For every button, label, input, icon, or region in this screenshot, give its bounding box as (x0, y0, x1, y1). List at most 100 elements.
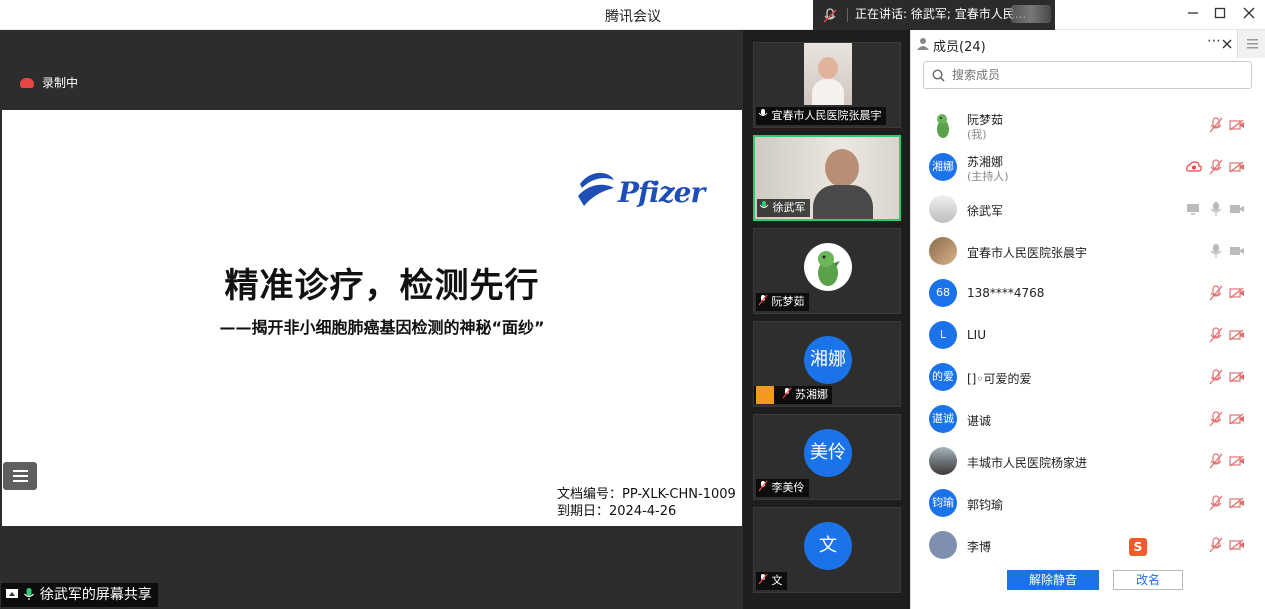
side-toggle-button[interactable] (1237, 30, 1265, 58)
member-name: 郭钧瑜 (967, 498, 1004, 512)
member-row[interactable]: L LIU (911, 314, 1251, 356)
tile-name: 李美伶 (771, 481, 805, 494)
mic-muted-icon[interactable] (1209, 411, 1223, 427)
participant-video (804, 43, 852, 105)
member-row[interactable]: 徐武军 (911, 188, 1251, 230)
member-role: (我) (967, 128, 987, 141)
member-row[interactable]: 钧瑜 郭钧瑜 (911, 482, 1251, 524)
mic-muted-icon[interactable] (1209, 285, 1223, 301)
initials-avatar: 68 (929, 279, 957, 307)
video-tile[interactable]: 阮梦茹 (753, 228, 901, 314)
camera-off-icon[interactable] (1229, 119, 1245, 131)
member-name: 138****4768 (967, 286, 1045, 300)
mic-muted-icon (758, 294, 768, 306)
initials-avatar: 文 (804, 522, 852, 570)
camera-off-icon[interactable] (1229, 497, 1245, 509)
members-panel: 成员(24) ⋯ 阮梦茹 (我) 湘娜 苏湘娜 (主持人) (910, 30, 1265, 609)
minimize-button[interactable] (1184, 6, 1202, 24)
video-tile[interactable]: 文 文 (753, 507, 901, 593)
search-icon (932, 69, 945, 82)
member-row[interactable]: 谌诚 谌诚 (911, 398, 1251, 440)
title-bar: 腾讯会议 正在讲话: 徐武军; 宜春市人民... (0, 0, 1265, 30)
list-icon (13, 470, 28, 472)
mic-speaking-icon (759, 201, 769, 208)
face-shape (825, 149, 859, 187)
mic-muted-icon[interactable] (1209, 117, 1223, 133)
video-tile[interactable]: 美伶 李美伶 (753, 414, 901, 500)
meeting-window: 腾讯会议 正在讲话: 徐武军; 宜春市人民... 录制中 Pfizer 精准诊疗… (0, 0, 1265, 609)
search-input[interactable] (952, 65, 1242, 85)
close-button[interactable] (1240, 6, 1258, 24)
recording-indicator[interactable]: 录制中 (20, 74, 78, 91)
speaking-text: 正在讲话: 徐武军; 宜春市人民... (855, 7, 1027, 21)
camera-off-icon[interactable] (1229, 413, 1245, 425)
video-tile[interactable]: 宜春市人民医院张晨宇 (753, 42, 901, 128)
tile-caption: 宜春市人民医院张晨宇 (756, 107, 886, 125)
member-name: 李博 (967, 540, 992, 554)
initials-avatar: 美伶 (804, 429, 852, 477)
member-row[interactable]: 李博 (911, 524, 1251, 560)
member-name: []◦可爱的爱 (967, 372, 1032, 386)
expiry-date: 到期日：2024-4-26 (557, 504, 677, 519)
tile-caption: 李美伶 (756, 479, 809, 497)
more-options-icon[interactable]: ⋯ (1207, 33, 1221, 49)
camera-off-icon[interactable] (1229, 329, 1245, 341)
photo-avatar (929, 237, 957, 265)
screen-share-icon (1187, 204, 1199, 215)
close-panel-icon[interactable] (1222, 39, 1232, 49)
camera-off-icon[interactable] (1229, 287, 1245, 299)
video-tile[interactable]: 湘娜 苏湘娜 (753, 321, 901, 407)
document-number: 文档编号：PP-XLK-CHN-1009 (557, 487, 736, 502)
tile-caption: 苏湘娜 (754, 386, 832, 404)
camera-off-icon[interactable] (1229, 455, 1245, 467)
input-method-icon[interactable]: S (1129, 538, 1147, 556)
camera-off-icon[interactable] (1229, 161, 1245, 173)
member-row[interactable]: 阮梦茹 (我) (911, 104, 1251, 146)
member-row[interactable]: 湘娜 苏湘娜 (主持人) (911, 146, 1251, 188)
presentation-slide: Pfizer 精准诊疗，检测先行 ——揭开非小细胞肺癌基因检测的神秘“面纱” 文… (2, 110, 742, 526)
camera-on-icon[interactable] (1229, 245, 1245, 257)
initials-avatar: 钧瑜 (929, 489, 957, 517)
mic-muted-icon (758, 573, 768, 585)
slide-menu-button[interactable] (3, 462, 37, 490)
recording-label: 录制中 (42, 76, 79, 90)
blurred-area (1011, 5, 1051, 23)
mic-muted-icon[interactable] (1209, 495, 1223, 511)
window-title: 腾讯会议 (605, 9, 661, 25)
panel-footer: 解除静音 改名 (911, 560, 1251, 609)
maximize-button[interactable] (1211, 6, 1229, 24)
screen-share-icon (6, 589, 18, 598)
member-row[interactable]: 宜春市人民医院张晨宇 (911, 230, 1251, 272)
slide-subtitle: ——揭开非小细胞肺癌基因检测的神秘“面纱” (219, 318, 545, 337)
tile-caption: 徐武军 (757, 199, 810, 217)
member-name: 谌诚 (967, 414, 992, 428)
member-row[interactable]: 68 138****4768 (911, 272, 1251, 314)
dino-avatar-icon (804, 243, 852, 291)
member-search[interactable] (923, 61, 1252, 89)
mic-muted-icon[interactable] (1209, 453, 1223, 469)
camera-on-icon[interactable] (1229, 203, 1245, 215)
mic-muted-icon (781, 387, 792, 399)
mic-muted-icon[interactable] (1209, 159, 1223, 175)
screen-share-area: 录制中 Pfizer 精准诊疗，检测先行 ——揭开非小细胞肺癌基因检测的神秘“面… (0, 30, 743, 609)
speaking-indicator: 正在讲话: 徐武军; 宜春市人民... (813, 0, 1055, 30)
mic-muted-icon[interactable] (1209, 327, 1223, 343)
members-title: 成员(24) (933, 40, 986, 55)
mic-on-icon[interactable] (1209, 243, 1223, 259)
camera-off-icon[interactable] (1229, 539, 1245, 551)
camera-off-icon[interactable] (1229, 371, 1245, 383)
mic-muted-icon[interactable] (1209, 537, 1223, 553)
member-row[interactable]: 的爱 []◦可爱的爱 (911, 356, 1251, 398)
member-row[interactable]: 丰城市人民医院杨家进 (911, 440, 1251, 482)
panel-header: 成员(24) ⋯ (911, 30, 1237, 58)
rename-button[interactable]: 改名 (1113, 570, 1183, 590)
member-name: 徐武军 (967, 204, 1004, 218)
mic-on-icon (758, 109, 768, 116)
mic-on-icon[interactable] (1209, 201, 1223, 217)
initials-avatar: L (929, 321, 957, 349)
video-tile-active-speaker[interactable]: 徐武军 (753, 135, 901, 221)
mic-muted-icon[interactable] (1209, 369, 1223, 385)
document-info: 文档编号：PP-XLK-CHN-1009 到期日：2024-4-26 (557, 486, 736, 520)
unmute-all-button[interactable]: 解除静音 (1007, 570, 1099, 590)
member-role: (主持人) (967, 170, 1009, 183)
